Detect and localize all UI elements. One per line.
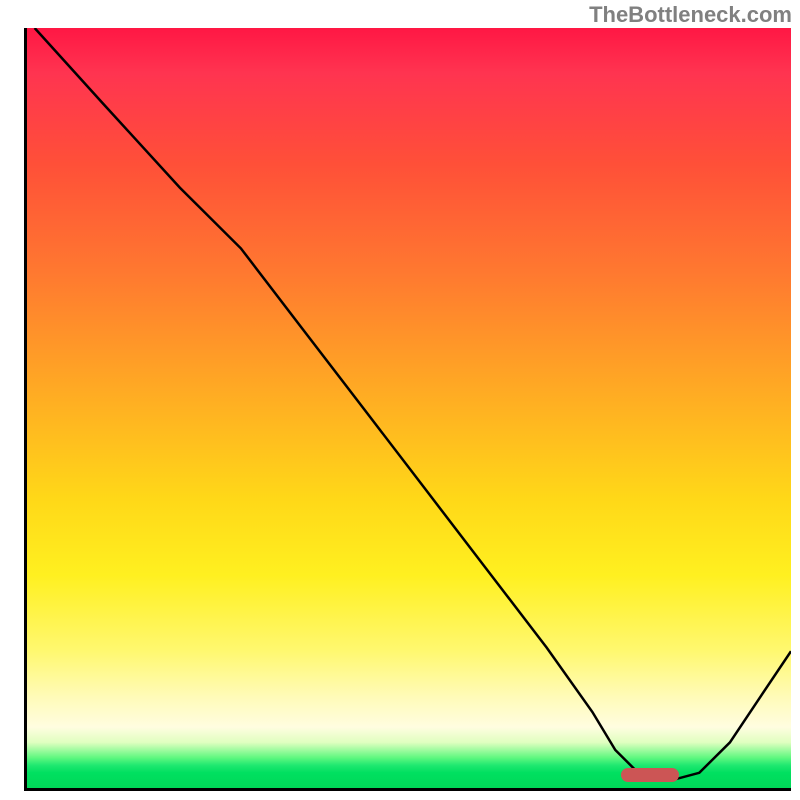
bottleneck-curve [35,28,791,779]
chart-container: TheBottleneck.com [0,0,800,800]
watermark-text: TheBottleneck.com [589,2,792,28]
curve-svg [27,28,791,788]
optimal-marker [621,768,679,782]
plot-area [24,28,791,791]
